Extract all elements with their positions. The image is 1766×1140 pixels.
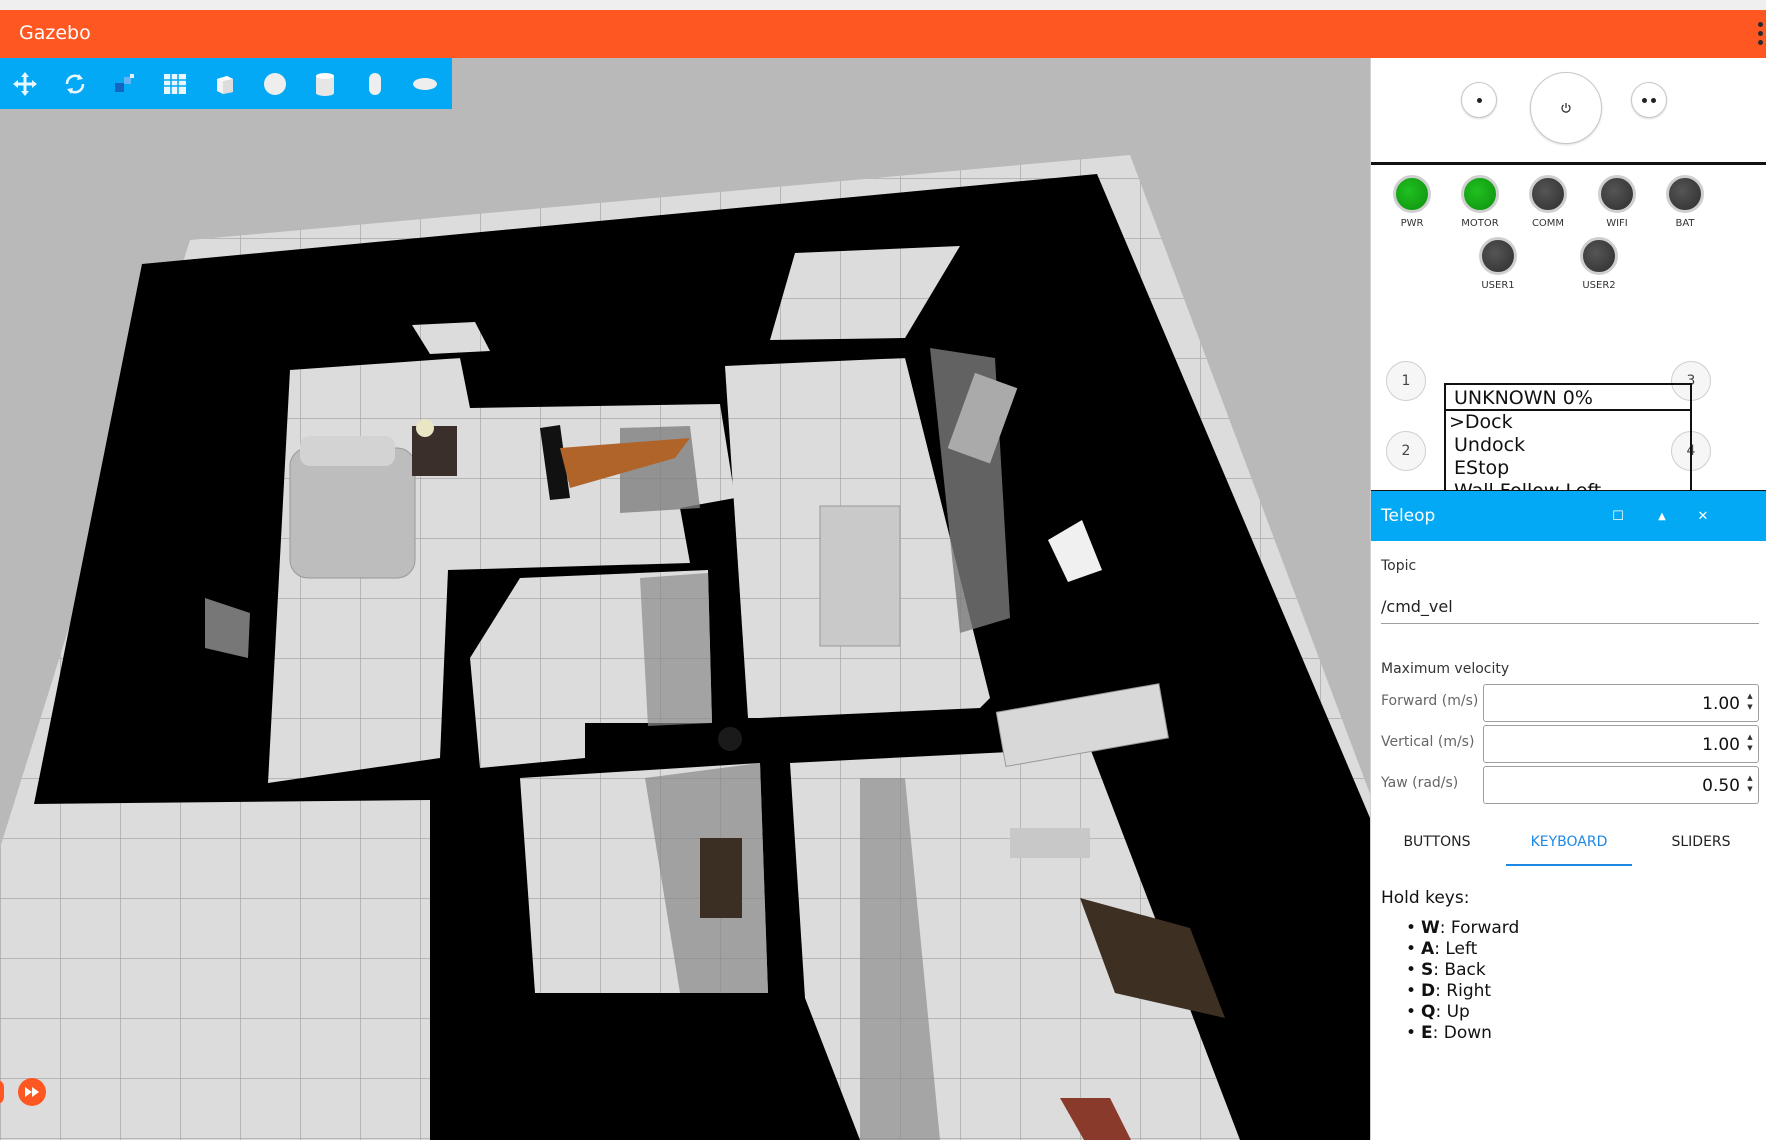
scene-toolbar bbox=[0, 58, 452, 109]
lamp bbox=[416, 419, 434, 437]
key-action: : Up bbox=[1435, 1002, 1470, 1022]
teleop-tabs: BUTTONS KEYBOARD SLIDERS bbox=[1371, 818, 1766, 866]
scale-cubes-icon[interactable] bbox=[100, 58, 150, 109]
close-icon[interactable]: ✕ bbox=[1692, 505, 1714, 527]
number-button-2[interactable]: 2 bbox=[1386, 431, 1426, 471]
led-label: WIFI bbox=[1606, 218, 1628, 229]
velocity-input[interactable]: 0.50 ▲ ▼ bbox=[1483, 766, 1759, 804]
velocity-value: 1.00 bbox=[1702, 694, 1740, 714]
capsule-icon[interactable] bbox=[350, 58, 400, 109]
key-hint: D: Right bbox=[1406, 981, 1519, 1002]
key-name: A bbox=[1421, 939, 1435, 959]
velocity-input[interactable]: 1.00 ▲ ▼ bbox=[1483, 684, 1759, 722]
key-name: E bbox=[1421, 1023, 1433, 1043]
key-hint: A: Left bbox=[1406, 939, 1519, 960]
lcd-menu-item[interactable]: >Dock bbox=[1446, 411, 1690, 434]
key-name: W bbox=[1421, 918, 1440, 938]
double-dot-icon bbox=[1642, 97, 1656, 103]
power-button[interactable] bbox=[1530, 72, 1602, 144]
led-label: USER2 bbox=[1582, 280, 1616, 291]
hold-keys-title: Hold keys: bbox=[1381, 888, 1470, 908]
key-hint: Q: Up bbox=[1406, 1002, 1519, 1023]
robot-remote-buttons bbox=[1371, 58, 1766, 165]
key-hint: W: Forward bbox=[1406, 918, 1519, 939]
lcd-status: UNKNOWN 0% bbox=[1446, 385, 1690, 411]
teleop-title: Teleop bbox=[1381, 506, 1436, 526]
ellipsoid-icon[interactable] bbox=[400, 58, 450, 109]
led-bat bbox=[1666, 175, 1704, 213]
window-top-edge bbox=[0, 0, 1766, 10]
led-wifi bbox=[1598, 175, 1636, 213]
dining-table bbox=[819, 505, 901, 647]
key-action: : Forward bbox=[1439, 918, 1520, 938]
spot-button[interactable] bbox=[1461, 82, 1497, 118]
key-action: : Right bbox=[1435, 981, 1492, 1001]
grid-icon[interactable] bbox=[150, 58, 200, 109]
collapse-icon[interactable]: ▲ bbox=[1651, 505, 1673, 527]
bed bbox=[289, 447, 416, 579]
velocity-label: Vertical (m/s) bbox=[1381, 734, 1475, 750]
led-label: COMM bbox=[1531, 218, 1565, 229]
tab-keyboard[interactable]: KEYBOARD bbox=[1506, 818, 1632, 866]
move-arrows-icon[interactable] bbox=[0, 58, 50, 109]
app-title: Gazebo bbox=[19, 22, 91, 44]
spinner-arrows-icon[interactable]: ▲ ▼ bbox=[1745, 691, 1755, 715]
shelf bbox=[700, 838, 742, 918]
key-name: S bbox=[1421, 960, 1434, 980]
key-action: : Left bbox=[1434, 939, 1478, 959]
led-user2 bbox=[1580, 237, 1618, 275]
number-button-1[interactable]: 1 bbox=[1386, 361, 1426, 401]
key-hint: E: Down bbox=[1406, 1023, 1519, 1044]
fast-forward-icon[interactable] bbox=[18, 1078, 46, 1106]
rotate-icon[interactable] bbox=[50, 58, 100, 109]
tab-sliders[interactable]: SLIDERS bbox=[1635, 818, 1766, 866]
key-list: W: ForwardA: LeftS: BackD: RightQ: UpE: … bbox=[1406, 918, 1519, 1044]
key-action: : Down bbox=[1432, 1023, 1492, 1043]
led-pwr bbox=[1393, 175, 1431, 213]
led-user1 bbox=[1479, 237, 1517, 275]
title-bar: Gazebo bbox=[0, 10, 1766, 58]
side-table bbox=[1010, 828, 1090, 858]
lcd-menu-item[interactable]: Undock bbox=[1446, 434, 1690, 457]
velocity-value: 0.50 bbox=[1702, 776, 1740, 796]
single-dot-icon bbox=[1476, 97, 1482, 103]
teleop-header: Teleop ☐ ▲ ✕ bbox=[1371, 491, 1766, 541]
led-motor bbox=[1461, 175, 1499, 213]
velocity-input[interactable]: 1.00 ▲ ▼ bbox=[1483, 725, 1759, 763]
topic-input[interactable]: /cmd_vel bbox=[1381, 591, 1759, 624]
status-leds: PWR MOTOR COMM WIFI BAT USER1 USER2 1 2 3 4 UNKNOWN… bbox=[1371, 165, 1766, 530]
scene-render bbox=[0, 155, 1370, 1140]
power-icon bbox=[1561, 103, 1571, 113]
pillows bbox=[300, 436, 395, 466]
key-action: : Back bbox=[1433, 960, 1486, 980]
cylinder-icon[interactable] bbox=[300, 58, 350, 109]
led-label: USER1 bbox=[1481, 280, 1515, 291]
led-label: MOTOR bbox=[1461, 218, 1499, 229]
key-hint: S: Back bbox=[1406, 960, 1519, 981]
spinner-arrows-icon[interactable]: ▲ ▼ bbox=[1745, 773, 1755, 797]
side-panel: PWR MOTOR COMM WIFI BAT USER1 USER2 1 2 3 4 UNKNOWN… bbox=[1370, 58, 1766, 1140]
topic-label: Topic bbox=[1381, 558, 1417, 574]
lcd-menu-item[interactable]: EStop bbox=[1446, 457, 1690, 480]
velocity-label: Yaw (rad/s) bbox=[1381, 775, 1459, 791]
led-label: PWR bbox=[1400, 218, 1424, 229]
box-icon[interactable] bbox=[200, 58, 250, 109]
max-velocity-label: Maximum velocity bbox=[1381, 661, 1510, 677]
key-name: Q bbox=[1421, 1002, 1436, 1022]
led-label: BAT bbox=[1675, 218, 1695, 229]
velocity-label: Forward (m/s) bbox=[1381, 693, 1479, 709]
tab-buttons[interactable]: BUTTONS bbox=[1371, 818, 1503, 866]
velocity-value: 1.00 bbox=[1702, 735, 1740, 755]
clean-button[interactable] bbox=[1631, 82, 1667, 118]
key-name: D bbox=[1421, 981, 1436, 1001]
3d-viewport[interactable] bbox=[0, 58, 1370, 1140]
robot[interactable] bbox=[718, 727, 742, 751]
maximize-icon[interactable]: ☐ bbox=[1607, 505, 1629, 527]
sphere-icon[interactable] bbox=[250, 58, 300, 109]
overflow-menu-icon[interactable] bbox=[1758, 22, 1764, 45]
led-comm bbox=[1529, 175, 1567, 213]
spinner-arrows-icon[interactable]: ▲ ▼ bbox=[1745, 732, 1755, 756]
